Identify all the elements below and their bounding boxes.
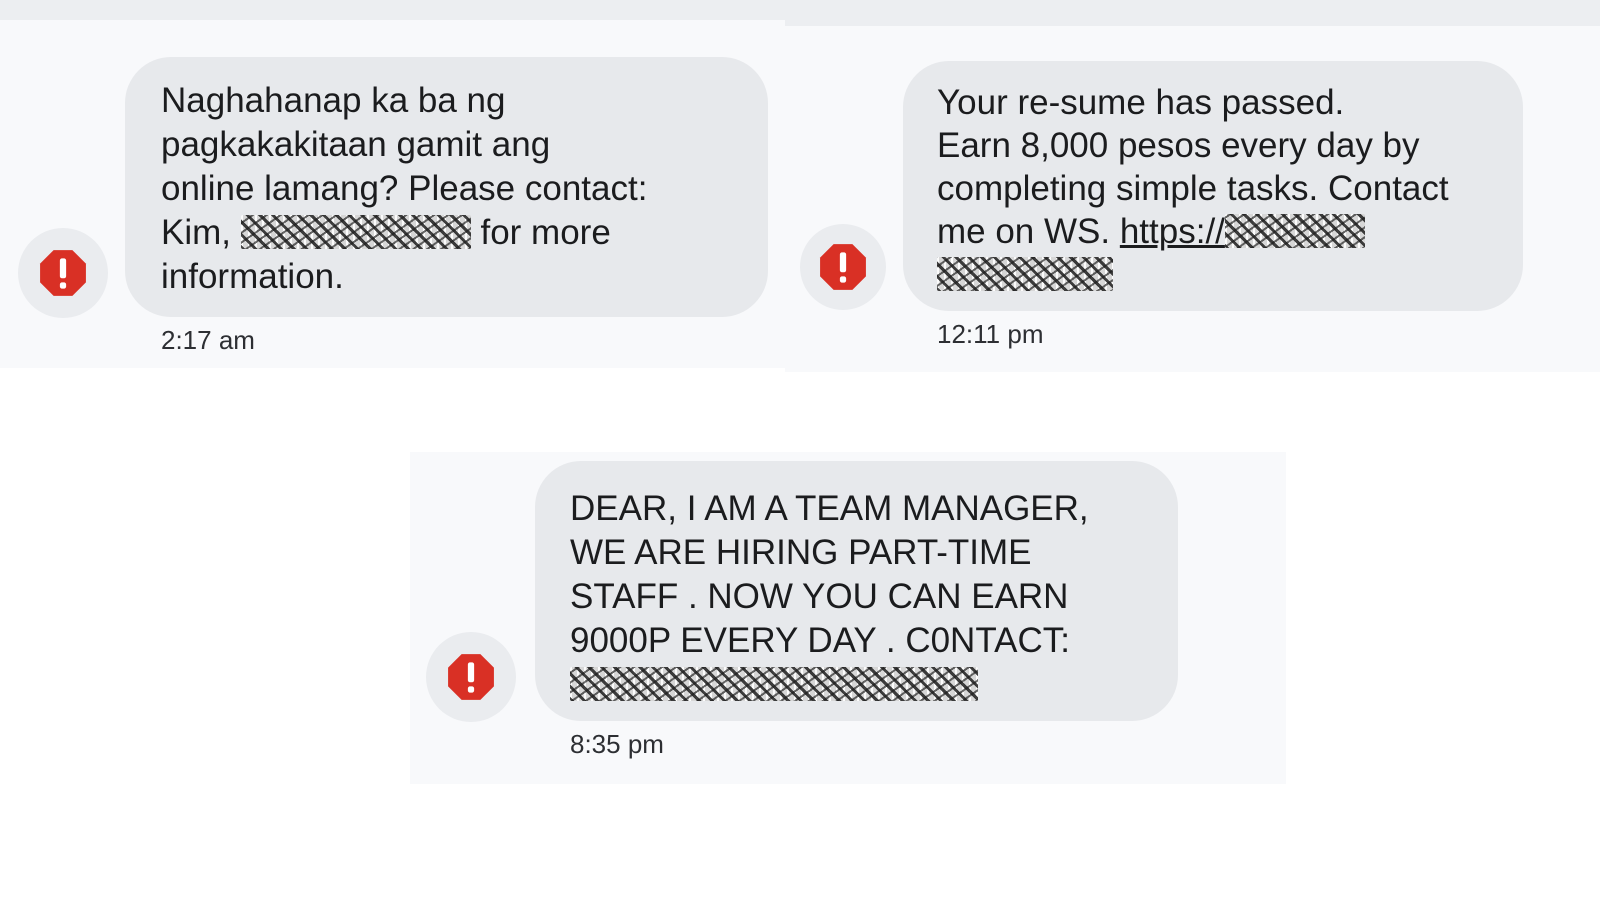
redacted-line — [937, 253, 1489, 296]
message-line: information. — [161, 257, 344, 296]
message-timestamp: 2:17 am — [161, 325, 255, 355]
redacted-phone-number — [240, 215, 471, 249]
conversation-panel-3: DEAR, I AM A TEAM MANAGER, WE ARE HIRING… — [410, 452, 1286, 784]
header-strip — [0, 0, 785, 20]
message-bubble[interactable]: Your re-sume has passed. Earn 8,000 peso… — [903, 61, 1523, 311]
exclamation-octagon-icon — [820, 244, 866, 290]
message-timestamp: 8:35 pm — [570, 729, 664, 759]
redacted-url — [1224, 214, 1365, 248]
message-text: Your re-sume has passed. Earn 8,000 peso… — [937, 81, 1489, 296]
message-line: completing simple tasks. Contact — [937, 169, 1449, 208]
message-line: 9000P EVERY DAY . C0NTACT: — [570, 621, 1070, 660]
message-line: WE ARE HIRING PART-TIME — [570, 533, 1032, 572]
warning-icon-badge[interactable] — [426, 632, 516, 722]
message-line-head: me on WS. — [937, 212, 1111, 251]
message-line: pagkakakitaan gamit ang — [161, 125, 551, 164]
exclamation-octagon-icon — [448, 654, 494, 700]
message-line: online lamang? Please contact: — [161, 169, 648, 208]
message-text: Naghahanap ka ba ng pagkakakitaan gamit … — [161, 79, 732, 299]
message-line-with-link: me on WS. https:// — [937, 210, 1489, 253]
message-timestamp: 12:11 pm — [937, 319, 1044, 349]
exclamation-octagon-icon — [40, 250, 86, 296]
conversation-panel-1: Naghahanap ka ba ng pagkakakitaan gamit … — [0, 0, 785, 368]
message-bubble[interactable]: DEAR, I AM A TEAM MANAGER, WE ARE HIRING… — [535, 461, 1178, 721]
message-line: STAFF . NOW YOU CAN EARN — [570, 577, 1069, 616]
message-line-tail: for more — [480, 213, 611, 252]
message-line: Your re-sume has passed. — [937, 83, 1345, 122]
redacted-contact — [570, 667, 978, 701]
warning-icon-badge[interactable] — [800, 224, 886, 310]
message-bubble[interactable]: Naghahanap ka ba ng pagkakakitaan gamit … — [125, 57, 768, 317]
url-link[interactable]: https:// — [1120, 212, 1225, 251]
contact-name: Kim, — [161, 213, 231, 252]
redacted-line — [570, 663, 1143, 707]
message-text: DEAR, I AM A TEAM MANAGER, WE ARE HIRING… — [570, 487, 1143, 707]
message-line: Naghahanap ka ba ng — [161, 81, 506, 120]
warning-icon-badge[interactable] — [18, 228, 108, 318]
message-line: Earn 8,000 pesos every day by — [937, 126, 1420, 165]
message-line-with-redaction: Kim, for more — [161, 211, 732, 255]
message-line: DEAR, I AM A TEAM MANAGER, — [570, 489, 1089, 528]
header-strip — [785, 0, 1600, 26]
conversation-panel-2: Your re-sume has passed. Earn 8,000 peso… — [785, 0, 1600, 372]
redacted-url-continuation — [937, 257, 1113, 291]
